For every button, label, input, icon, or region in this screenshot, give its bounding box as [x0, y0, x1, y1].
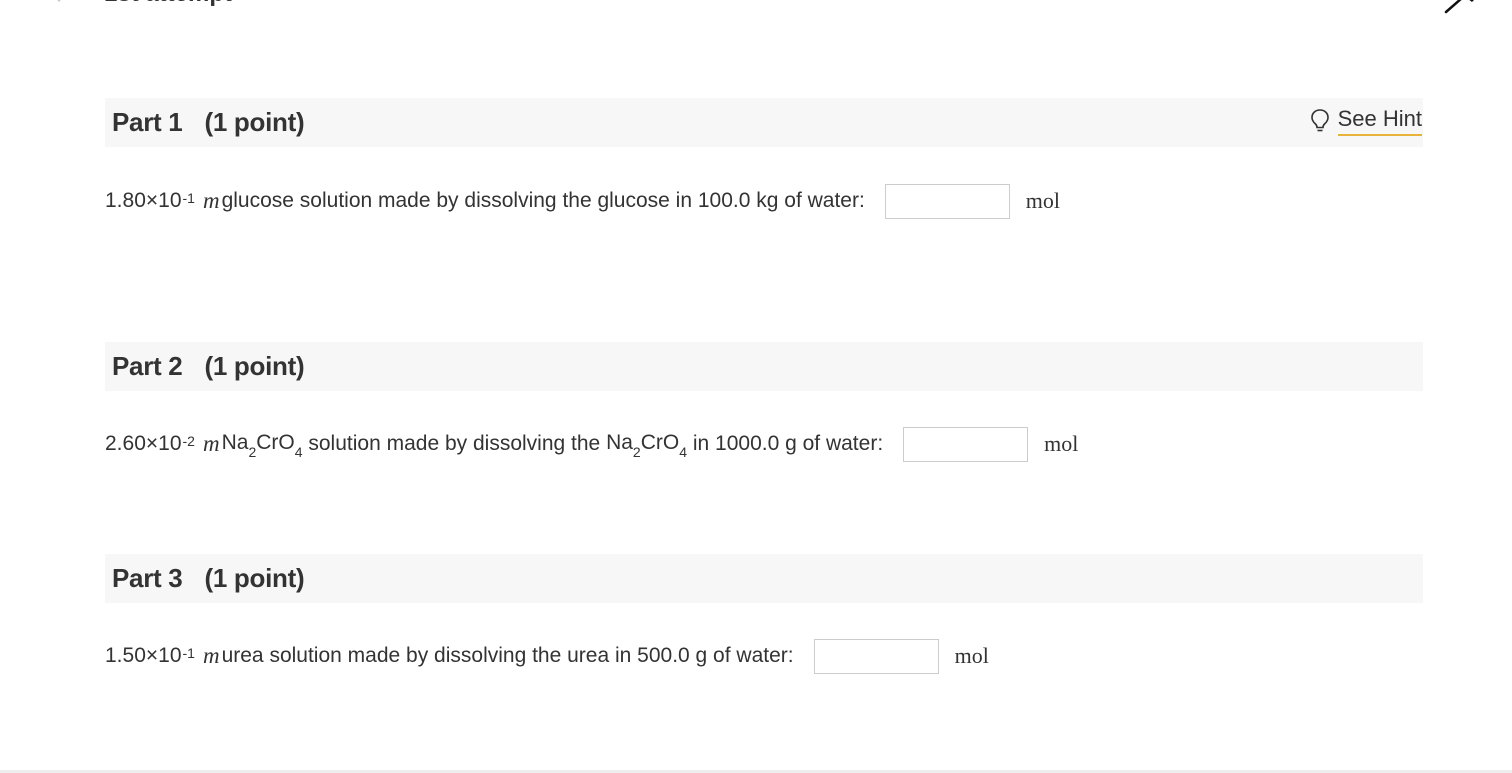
part-1-molal-symbol: m [202, 188, 220, 213]
part-3-text: urea solution made by dissolving the ure… [221, 644, 794, 667]
collapse-chevron-icon[interactable] [52, 0, 66, 2]
part-2-formula-repeat: Na2CrO4 [606, 430, 688, 461]
lightbulb-icon [1310, 109, 1329, 132]
part-3-unit: mol [954, 643, 989, 668]
part-1-unit: mol [1025, 188, 1061, 213]
see-hint-label: See Hint [1337, 106, 1422, 136]
part-3-exponent: -1 [182, 645, 195, 661]
part-1-text: glucose solution made by dissolving the … [221, 189, 865, 212]
part-3-title: Part 3 [112, 563, 183, 593]
attempt-label: 1st attempt [104, 0, 232, 8]
part-3-points: (1 point) [204, 563, 305, 593]
part-2-header: Part 2 (1 point) [105, 342, 1423, 391]
part-2-title: Part 2 [112, 351, 183, 381]
part-2-question: 2.60×10 -2 m Na2CrO4 solution made by diss… [105, 426, 1078, 462]
part-1-coefficient: 1.80×10 [105, 189, 182, 212]
part-2-answer-input[interactable] [903, 426, 1029, 462]
part-2-points: (1 point) [204, 351, 305, 381]
part-2-coefficient: 2.60×10 [105, 432, 182, 455]
part-1-header: Part 1 (1 point) See Hint [105, 98, 1423, 147]
part-3-question: 1.50×10 -1 m urea solution made by dissolv… [105, 638, 989, 674]
part-2-molal-symbol: m [202, 431, 220, 456]
part-2-exponent: -2 [182, 433, 195, 449]
part-1-title: Part 1 [112, 107, 183, 137]
part-3-answer-input[interactable] [813, 638, 939, 674]
part-1-exponent: -1 [182, 190, 195, 206]
part-1-question: 1.80×10 -1 m glucose solution made by diss… [105, 183, 1060, 219]
part-2-unit: mol [1044, 431, 1079, 456]
part-2-text-end: in 1000.0 g of water: [692, 432, 884, 455]
part-2-text-middle: solution made by dissolving the [308, 432, 601, 455]
part-1-answer-input[interactable] [884, 183, 1010, 219]
arrow-icon [1444, 0, 1474, 14]
part-3-coefficient: 1.50×10 [105, 644, 182, 667]
part-3-header: Part 3 (1 point) [105, 554, 1423, 603]
part-2-formula: Na2CrO4 [221, 430, 303, 461]
part-1-points: (1 point) [204, 107, 305, 137]
see-hint-button[interactable]: See Hint [1310, 106, 1422, 136]
part-3-molal-symbol: m [202, 643, 220, 668]
